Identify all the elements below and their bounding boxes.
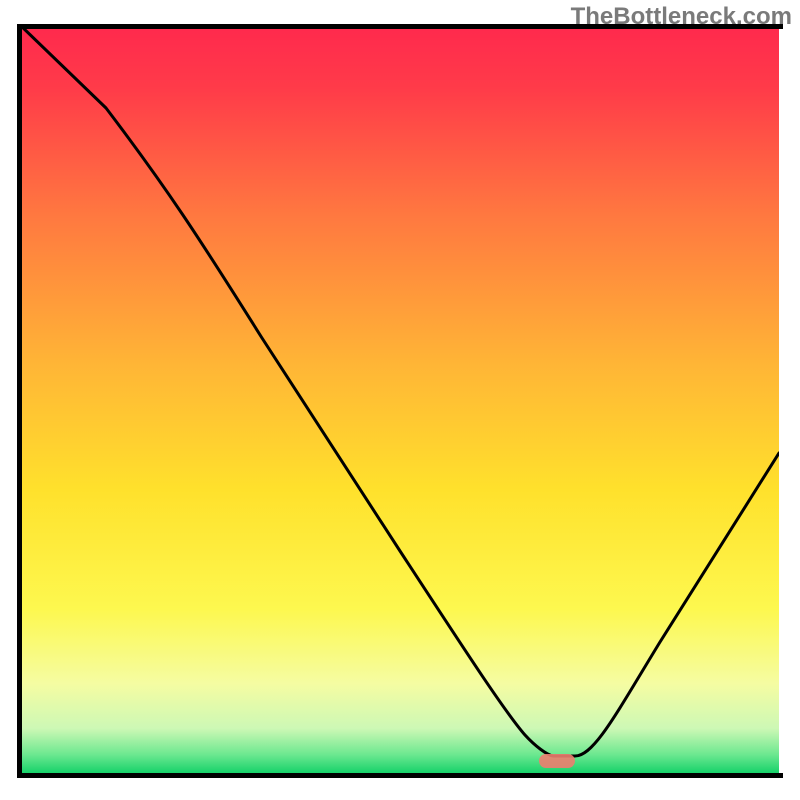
gradient-background xyxy=(22,29,779,773)
optimal-range-marker xyxy=(539,754,575,768)
bottleneck-chart xyxy=(0,0,800,800)
watermark-text: TheBottleneck.com xyxy=(571,3,792,31)
